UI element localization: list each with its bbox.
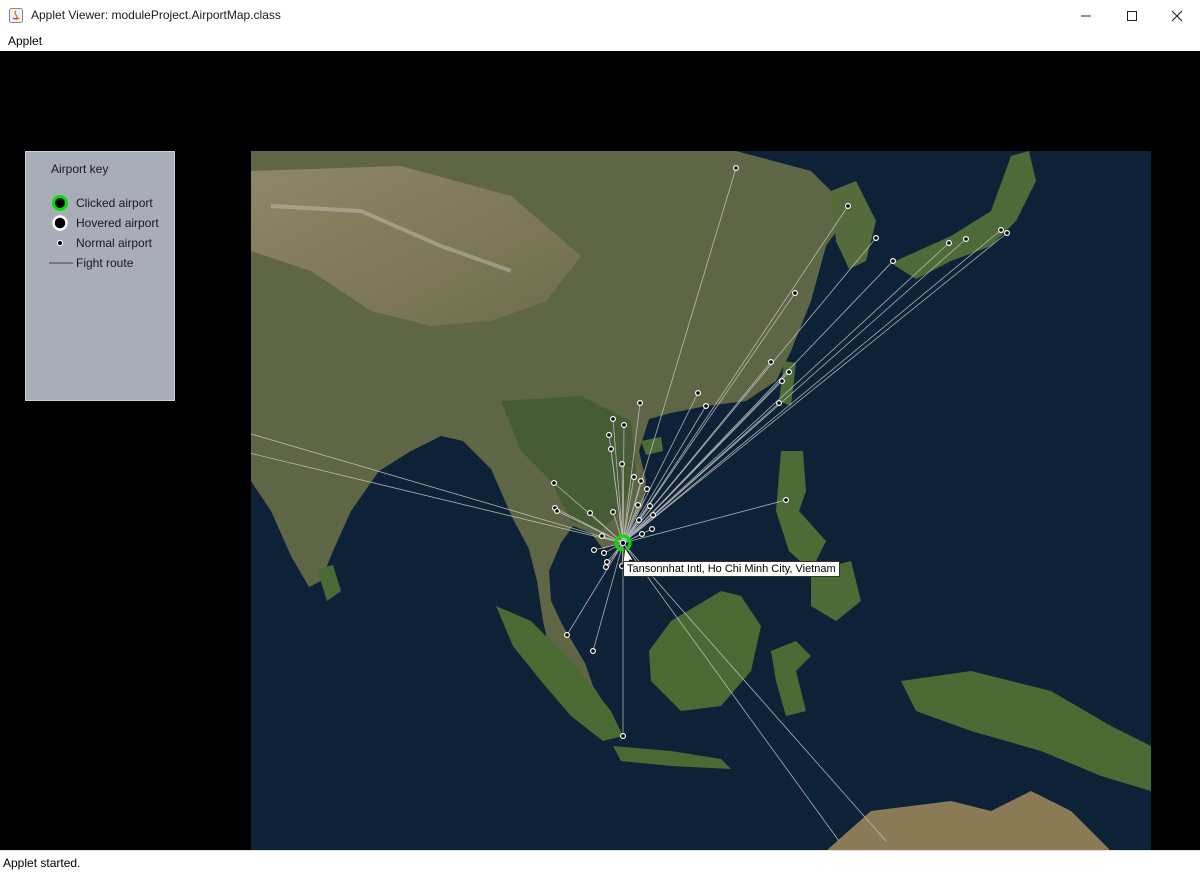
airport-tooltip: Tansonnhat Intl, Ho Chi Minh City, Vietn… xyxy=(623,561,840,577)
airport-marker[interactable] xyxy=(638,478,645,485)
minimize-icon xyxy=(1081,15,1091,16)
airport-marker[interactable] xyxy=(554,508,561,515)
close-icon xyxy=(1171,10,1183,21)
maximize-icon xyxy=(1127,10,1137,21)
menu-bar: Applet xyxy=(0,31,1200,51)
key-item-route: Fight route xyxy=(26,253,176,273)
airport-marker[interactable] xyxy=(551,480,558,487)
airport-marker[interactable] xyxy=(785,369,792,376)
close-button[interactable] xyxy=(1154,0,1200,31)
airport-marker[interactable] xyxy=(608,446,615,453)
map-svg xyxy=(251,151,1151,851)
airport-marker[interactable] xyxy=(631,474,638,481)
key-label: Clicked airport xyxy=(76,196,153,210)
airport-marker[interactable] xyxy=(703,403,710,410)
airport-marker[interactable] xyxy=(591,547,598,554)
airport-marker[interactable] xyxy=(620,732,627,739)
airport-marker[interactable] xyxy=(782,497,789,504)
airport-marker[interactable] xyxy=(564,632,571,639)
airport-marker[interactable] xyxy=(945,239,952,246)
minimize-button[interactable] xyxy=(1063,0,1109,31)
airport-marker[interactable] xyxy=(606,432,613,439)
airport-marker[interactable] xyxy=(644,486,651,493)
airport-marker[interactable] xyxy=(767,359,774,366)
airport-marker[interactable] xyxy=(778,378,785,385)
airport-marker[interactable] xyxy=(695,390,702,397)
menu-applet[interactable]: Applet xyxy=(8,34,42,48)
flight-route-icon xyxy=(49,262,73,264)
airport-marker[interactable] xyxy=(619,461,626,468)
clicked-airport-icon xyxy=(52,195,68,211)
key-label: Hovered airport xyxy=(76,216,159,230)
applet-canvas: Airport key Clicked airport Hovered airp… xyxy=(0,51,1200,851)
key-item-clicked: Clicked airport xyxy=(26,193,176,213)
airport-marker[interactable] xyxy=(639,531,646,538)
airport-marker[interactable] xyxy=(604,559,611,566)
airport-marker[interactable] xyxy=(636,517,643,524)
airport-marker[interactable] xyxy=(775,400,782,407)
airport-marker[interactable] xyxy=(610,416,617,423)
airport-marker[interactable] xyxy=(647,503,654,510)
airport-marker[interactable] xyxy=(649,526,656,533)
airport-marker[interactable] xyxy=(637,400,644,407)
airport-marker[interactable] xyxy=(621,422,628,429)
airport-marker[interactable] xyxy=(997,226,1004,233)
airport-marker[interactable] xyxy=(590,648,597,655)
airport-marker[interactable] xyxy=(650,512,657,519)
airport-marker[interactable] xyxy=(599,533,606,540)
java-app-icon xyxy=(9,8,23,23)
satellite-map[interactable] xyxy=(251,151,1151,851)
key-item-hovered: Hovered airport xyxy=(26,213,176,233)
maximize-button[interactable] xyxy=(1109,0,1155,31)
key-label: Normal airport xyxy=(76,236,153,250)
airport-marker[interactable] xyxy=(601,550,608,557)
airport-marker[interactable] xyxy=(635,502,642,509)
normal-airport-icon xyxy=(56,239,64,247)
airport-marker[interactable] xyxy=(791,290,798,297)
title-bar: Applet Viewer: moduleProject.AirportMap.… xyxy=(0,0,1200,32)
status-text: Applet started. xyxy=(3,856,81,870)
airport-key-panel: Airport key Clicked airport Hovered airp… xyxy=(25,151,175,401)
airport-marker[interactable] xyxy=(962,235,969,242)
key-label: Fight route xyxy=(76,256,134,270)
airport-marker[interactable] xyxy=(844,202,851,209)
key-title: Airport key xyxy=(51,162,109,176)
hovered-airport-icon xyxy=(52,215,68,231)
airport-marker[interactable] xyxy=(603,564,610,571)
airport-marker[interactable] xyxy=(733,165,740,172)
airport-marker[interactable] xyxy=(587,510,594,517)
airport-marker[interactable] xyxy=(610,509,617,516)
airport-marker[interactable] xyxy=(872,234,879,241)
status-bar: Applet started. xyxy=(0,850,1200,876)
airport-marker[interactable] xyxy=(889,257,896,264)
window-title: Applet Viewer: moduleProject.AirportMap.… xyxy=(31,8,281,22)
key-item-normal: Normal airport xyxy=(26,233,176,253)
airport-marker[interactable] xyxy=(1003,229,1010,236)
